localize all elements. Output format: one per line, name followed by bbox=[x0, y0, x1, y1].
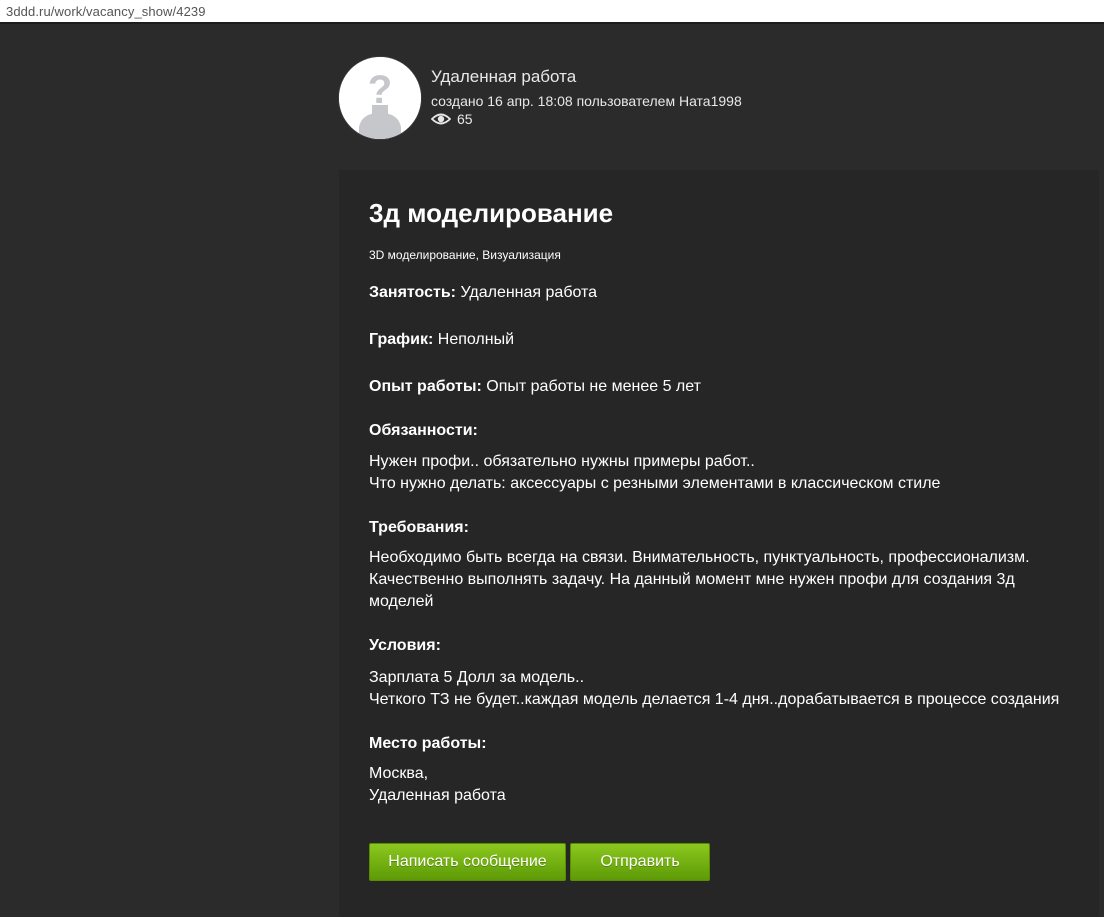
schedule-label: График: bbox=[369, 331, 434, 348]
vacancy-tags: 3D моделирование, Визуализация bbox=[369, 248, 561, 262]
schedule-field: График: Неполный bbox=[369, 329, 1079, 351]
experience-value: Опыт работы не менее 5 лет bbox=[481, 378, 701, 395]
location-text: Москва, Удаленная работа bbox=[369, 765, 506, 804]
send-button[interactable]: Отправить bbox=[570, 843, 710, 881]
experience-field: Опыт работы: Опыт работы не менее 5 лет bbox=[369, 376, 1079, 398]
user-avatar[interactable]: ? bbox=[339, 57, 421, 139]
employment-label: Занятость: bbox=[369, 284, 457, 301]
schedule-value: Неполный bbox=[433, 331, 515, 348]
vacancy-card: 3д моделирование 3D моделирование, Визуа… bbox=[339, 170, 1099, 917]
experience-label: Опыт работы: bbox=[369, 378, 482, 395]
created-meta: создано 16 апр. 18:08 пользователем Ната… bbox=[431, 93, 742, 109]
employment-value: Удаленная работа bbox=[456, 284, 598, 301]
placeholder-user-question-icon: ? bbox=[339, 57, 421, 139]
eye-icon bbox=[431, 113, 451, 125]
views-counter: 65 bbox=[431, 111, 473, 127]
conditions-text: Зарплата 5 Долл за модель.. Четкого ТЗ н… bbox=[369, 669, 1060, 708]
browser-address-bar[interactable]: 3ddd.ru/work/vacancy_show/4239 bbox=[0, 0, 1104, 24]
requirements-heading: Требования: bbox=[369, 519, 469, 536]
requirements-text: Необходимо быть всегда на связи. Внимате… bbox=[369, 549, 1030, 610]
duties-heading: Обязанности: bbox=[369, 422, 478, 439]
employment-field: Занятость: Удаленная работа bbox=[369, 282, 1079, 304]
duties-text: Нужен профи.. обязательно нужны примеры … bbox=[369, 453, 941, 492]
location-heading: Место работы: bbox=[369, 735, 487, 752]
views-count: 65 bbox=[457, 111, 473, 127]
url-text[interactable]: 3ddd.ru/work/vacancy_show/4239 bbox=[6, 4, 206, 19]
write-message-button[interactable]: Написать сообщение bbox=[369, 843, 566, 881]
svg-text:?: ? bbox=[368, 68, 392, 112]
work-type-title: Удаленная работа bbox=[431, 67, 577, 86]
vacancy-title: 3д моделирование bbox=[369, 198, 614, 228]
conditions-heading: Условия: bbox=[369, 637, 441, 654]
